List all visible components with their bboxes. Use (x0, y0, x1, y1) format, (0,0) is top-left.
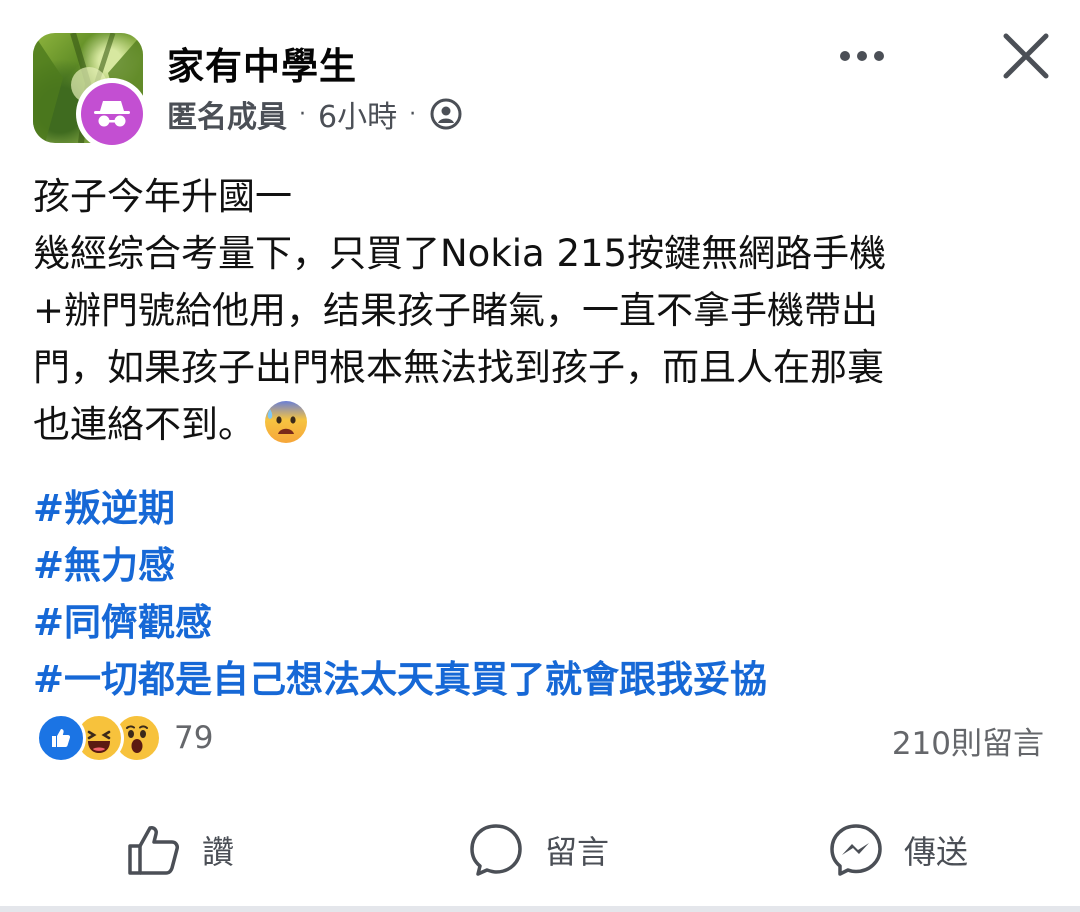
comment-bubble-icon (470, 824, 522, 876)
post-line: +辦門號給他用，结果孩子睹氣，一直不拿手機帶出 (33, 289, 879, 332)
divider (0, 906, 1080, 912)
meta-separator: · (409, 101, 417, 127)
more-dots-icon (840, 51, 850, 61)
hashtag-link[interactable]: #一切都是自己想法太天真買了就會跟我妥協 (33, 651, 767, 708)
reaction-count[interactable]: 79 (174, 720, 213, 756)
anxious-sweat-face-emoji (263, 399, 309, 461)
send-label: 傳送 (904, 833, 969, 871)
hashtag-link[interactable]: #同儕觀感 (33, 594, 767, 651)
more-options-button[interactable] (832, 36, 892, 76)
close-button[interactable] (1000, 30, 1052, 82)
meta-separator: · (299, 101, 306, 127)
thumbs-up-icon (128, 826, 179, 875)
like-button[interactable]: 讚 (126, 810, 234, 890)
post-header: 家有中學生 匿名成員 · 6小時 · (0, 0, 1080, 160)
post-time[interactable]: 6小時 (318, 92, 397, 136)
anonymous-member-avatar[interactable] (76, 78, 148, 150)
post-line: 門，如果孩子出門根本無法找到孩子，而且人在那裏 (33, 346, 884, 389)
like-reaction-icon (36, 713, 86, 763)
hashtag-link[interactable]: #無力感 (33, 537, 767, 594)
public-globe-icon (430, 98, 462, 130)
like-label: 讚 (202, 833, 235, 871)
comment-label: 留言 (545, 833, 610, 871)
post-line: 孩子今年升國一 (33, 175, 292, 218)
post-body: 孩子今年升國一 幾經综合考量下，只買了Nokia 215按鍵無網路手機 +辦門號… (33, 168, 1053, 461)
messenger-icon (830, 824, 882, 876)
hashtag-link[interactable]: #叛逆期 (33, 480, 767, 537)
post-line-last: 也連絡不到。 (33, 396, 1053, 461)
group-name[interactable]: 家有中學生 (167, 36, 357, 90)
post-line: 也連絡不到。 (33, 403, 255, 446)
send-button[interactable]: 傳送 (828, 810, 968, 890)
reaction-summary[interactable]: 79 (36, 713, 213, 763)
post-meta: 匿名成員 · 6小時 · (167, 92, 462, 136)
close-icon (1003, 33, 1049, 79)
post-line: 幾經综合考量下，只買了Nokia 215按鍵無網路手機 (33, 232, 887, 275)
comment-count[interactable]: 210則留言 (892, 718, 1044, 763)
comment-button[interactable]: 留言 (467, 810, 609, 890)
action-bar: 讚 留言 傳送 (0, 810, 1080, 890)
hashtag-list: #叛逆期 #無力感 #同儕觀感 #一切都是自己想法太天真買了就會跟我妥協 (33, 480, 767, 708)
incognito-icon (94, 101, 130, 127)
author-name[interactable]: 匿名成員 (167, 92, 287, 136)
